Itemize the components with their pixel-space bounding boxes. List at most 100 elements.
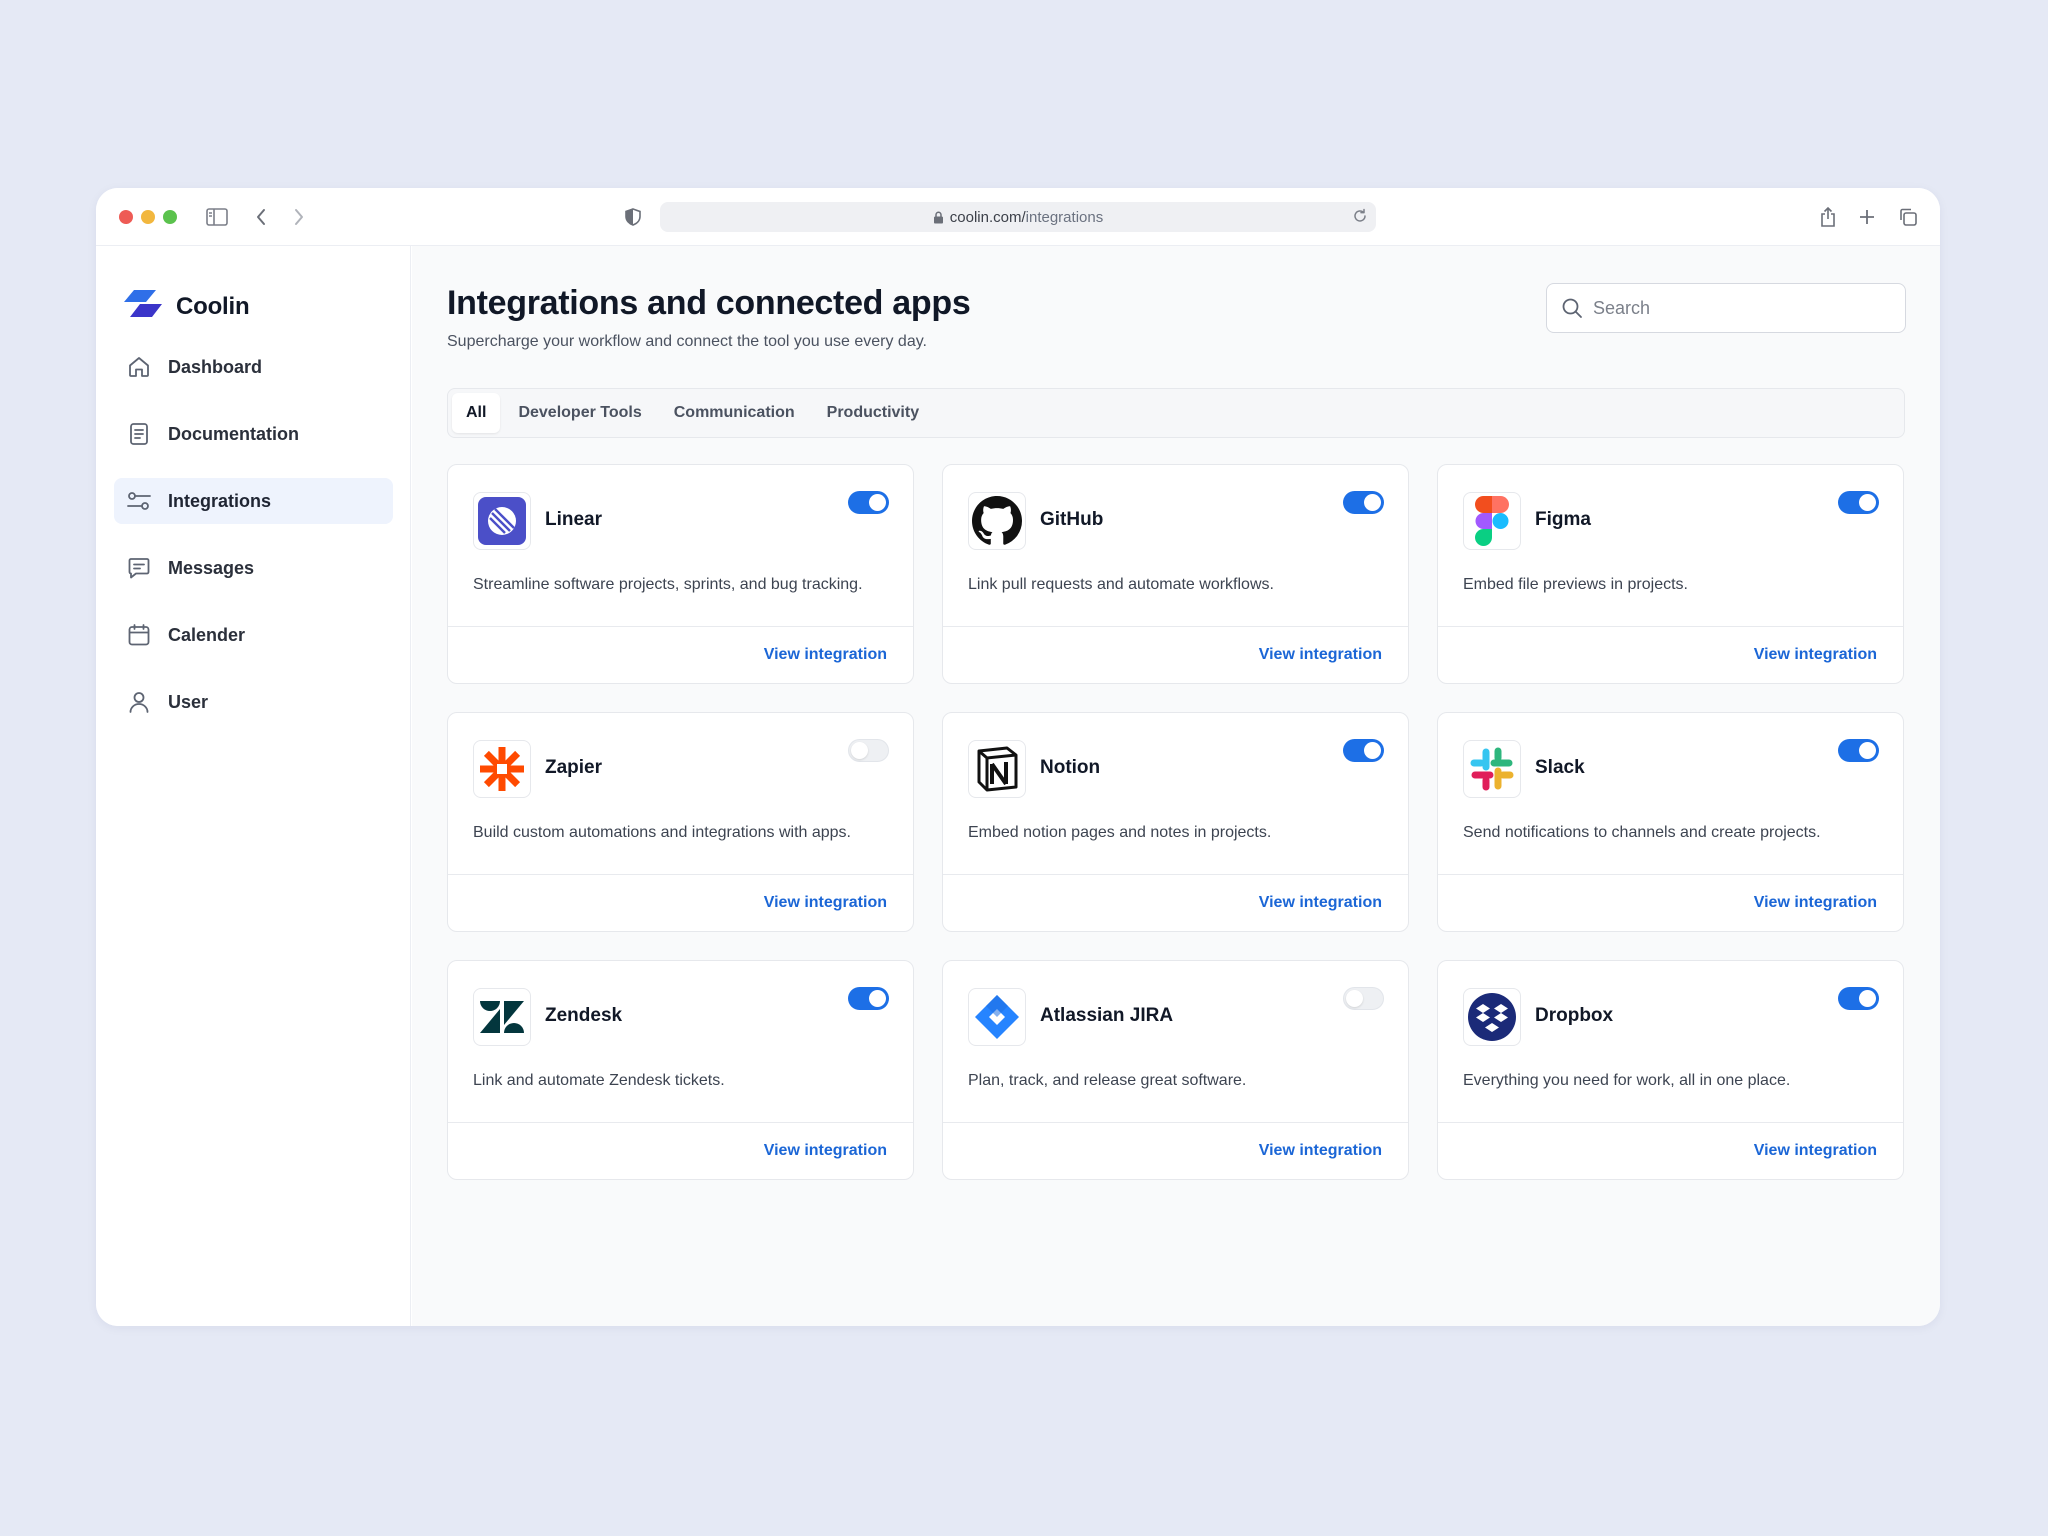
card-divider [1438, 874, 1903, 875]
integration-description: Link and automate Zendesk tickets. [473, 1072, 725, 1089]
new-tab-icon[interactable] [1854, 204, 1880, 230]
reload-icon[interactable] [1352, 208, 1368, 224]
main-content: Integrations and connected apps Supercha… [412, 246, 1940, 1326]
page-title: Integrations and connected apps [447, 284, 971, 322]
brand[interactable]: Coolin [124, 290, 250, 323]
integration-description: Send notifications to channels and creat… [1463, 824, 1821, 841]
integrations-icon [126, 488, 152, 514]
integration-card-github: GitHub Link pull requests and automate w… [942, 464, 1409, 684]
view-integration-link[interactable]: View integration [1754, 1142, 1877, 1160]
forward-icon[interactable] [286, 204, 312, 230]
lock-icon [933, 211, 944, 224]
view-integration-link[interactable]: View integration [1259, 1142, 1382, 1160]
calendar-icon [126, 622, 152, 648]
search-input[interactable] [1593, 297, 1883, 319]
integration-card-figma: Figma Embed file previews in projects. V… [1437, 464, 1904, 684]
integration-card-zapier: Zapier Build custom automations and inte… [447, 712, 914, 932]
integration-toggle[interactable] [848, 739, 889, 762]
integration-description: Build custom automations and integration… [473, 824, 851, 841]
dropbox-icon [1463, 988, 1521, 1046]
privacy-shield-icon[interactable] [620, 204, 646, 230]
integration-name: GitHub [1040, 509, 1104, 530]
tab-overview-icon[interactable] [1895, 204, 1921, 230]
zendesk-icon [473, 988, 531, 1046]
integration-card-zendesk: Zendesk Link and automate Zendesk ticket… [447, 960, 914, 1180]
card-divider [448, 626, 913, 627]
browser-toolbar: coolin.com/integrations [96, 188, 1940, 246]
browser-window: coolin.com/integrations Coolin Dashboard… [96, 188, 1940, 1326]
figma-icon [1463, 492, 1521, 550]
sidebar-item-calender[interactable]: Calender [114, 612, 393, 658]
integration-toggle[interactable] [1343, 987, 1384, 1010]
user-icon [126, 689, 152, 715]
view-integration-link[interactable]: View integration [764, 894, 887, 912]
linear-icon [473, 492, 531, 550]
card-divider [943, 874, 1408, 875]
integration-card-jira: Atlassian JIRA Plan, track, and release … [942, 960, 1409, 1180]
integration-name: Zapier [545, 757, 603, 778]
integration-toggle[interactable] [1343, 491, 1384, 514]
integration-name: Notion [1040, 757, 1101, 778]
view-integration-link[interactable]: View integration [1259, 646, 1382, 664]
url-path: integrations [1025, 208, 1104, 226]
brand-name: Coolin [176, 292, 250, 320]
sidebar-item-label: Documentation [168, 423, 300, 444]
sidebar-toggle-icon[interactable] [204, 204, 230, 230]
integration-card-linear: Linear Streamline software projects, spr… [447, 464, 914, 684]
view-integration-link[interactable]: View integration [764, 646, 887, 664]
integration-toggle[interactable] [1343, 739, 1384, 762]
view-integration-link[interactable]: View integration [764, 1142, 887, 1160]
tab-productivity[interactable]: Productivity [811, 393, 935, 433]
notion-icon [968, 740, 1026, 798]
back-icon[interactable] [248, 204, 274, 230]
integration-name: Dropbox [1535, 1005, 1614, 1026]
integration-toggle[interactable] [1838, 739, 1879, 762]
sidebar-item-dashboard[interactable]: Dashboard [114, 344, 393, 390]
zapier-icon [473, 740, 531, 798]
maximize-window-button[interactable] [163, 210, 177, 224]
slack-icon [1463, 740, 1521, 798]
tab-all[interactable]: All [452, 393, 501, 433]
sidebar-item-label: Dashboard [168, 356, 263, 377]
github-icon [968, 492, 1026, 550]
view-integration-link[interactable]: View integration [1754, 894, 1877, 912]
integration-description: Streamline software projects, sprints, a… [473, 576, 863, 593]
integration-description: Plan, track, and release great software. [968, 1072, 1247, 1089]
address-bar[interactable]: coolin.com/integrations [660, 202, 1376, 232]
coolin-logo-icon [124, 290, 162, 323]
view-integration-link[interactable]: View integration [1259, 894, 1382, 912]
sidebar-item-documentation[interactable]: Documentation [114, 411, 393, 457]
integration-toggle[interactable] [848, 491, 889, 514]
card-divider [1438, 1122, 1903, 1123]
card-divider [943, 626, 1408, 627]
card-divider [448, 1122, 913, 1123]
integration-card-notion: Notion Embed notion pages and notes in p… [942, 712, 1409, 932]
view-integration-link[interactable]: View integration [1754, 646, 1877, 664]
tab-communication[interactable]: Communication [658, 393, 811, 433]
search-box[interactable] [1546, 283, 1906, 333]
sidebar-item-integrations[interactable]: Integrations [114, 478, 393, 524]
sidebar-item-user[interactable]: User [114, 679, 393, 725]
sidebar-item-label: Calender [168, 624, 246, 645]
integration-name: Slack [1535, 757, 1585, 778]
document-icon [126, 421, 152, 447]
minimize-window-button[interactable] [141, 210, 155, 224]
card-divider [943, 1122, 1408, 1123]
share-icon[interactable] [1815, 204, 1841, 230]
sidebar-item-messages[interactable]: Messages [114, 545, 393, 591]
integration-toggle[interactable] [1838, 491, 1879, 514]
integration-name: Zendesk [545, 1005, 623, 1026]
url-host: coolin.com/ [949, 208, 1026, 226]
category-tabs: All Developer Tools Communication Produc… [447, 388, 1905, 438]
integration-name: Linear [545, 509, 603, 530]
close-window-button[interactable] [119, 210, 133, 224]
integration-toggle[interactable] [848, 987, 889, 1010]
home-icon [126, 354, 152, 380]
message-icon [126, 555, 152, 581]
integration-card-dropbox: Dropbox Everything you need for work, al… [1437, 960, 1904, 1180]
tab-developer-tools[interactable]: Developer Tools [502, 393, 657, 433]
integration-name: Figma [1535, 509, 1591, 530]
integration-toggle[interactable] [1838, 987, 1879, 1010]
integration-name: Atlassian JIRA [1040, 1005, 1174, 1026]
integration-card-slack: Slack Send notifications to channels and… [1437, 712, 1904, 932]
